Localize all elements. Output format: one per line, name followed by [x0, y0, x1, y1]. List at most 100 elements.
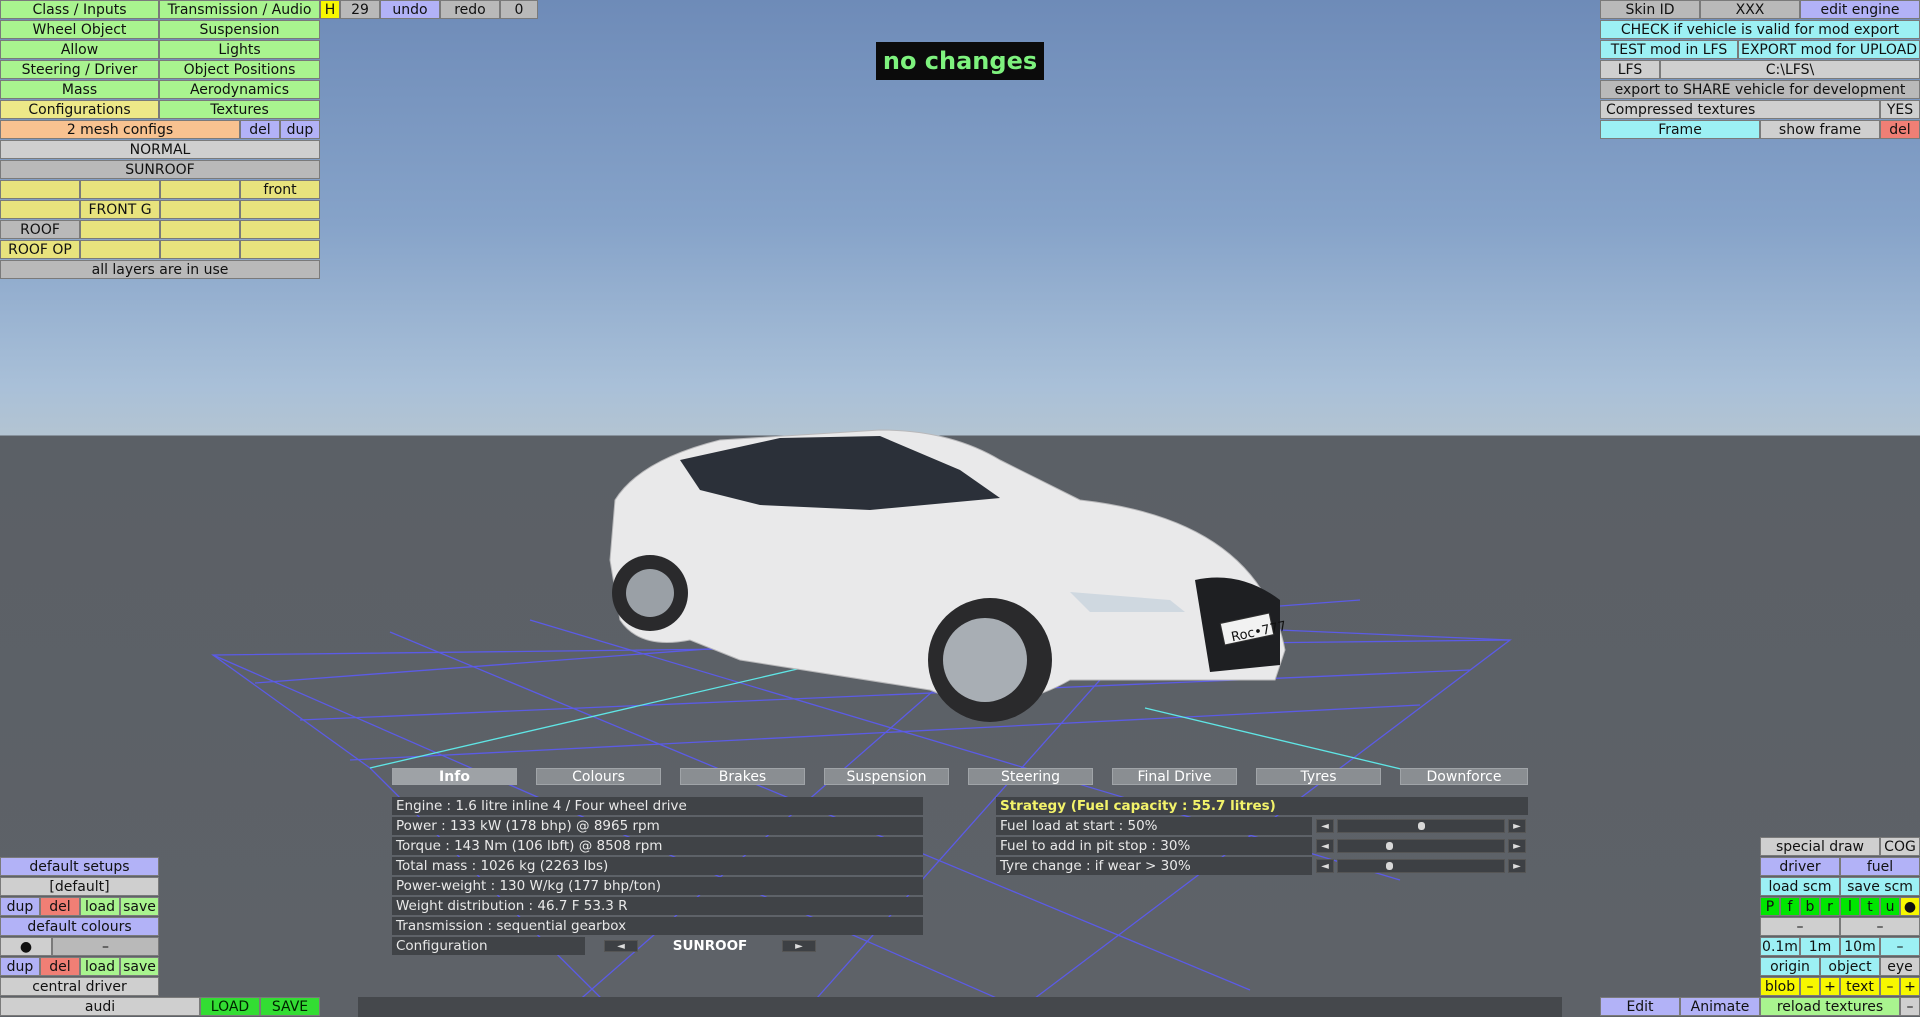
- h-button[interactable]: H: [320, 0, 340, 19]
- configurations-button[interactable]: Configurations: [0, 100, 159, 119]
- compressed-textures-toggle[interactable]: YES: [1880, 100, 1920, 119]
- colour-dash-button[interactable]: –: [52, 937, 159, 956]
- layer-cell[interactable]: [240, 200, 320, 219]
- layer-cell[interactable]: [80, 180, 160, 199]
- layer-cell[interactable]: [240, 240, 320, 259]
- eye-button[interactable]: eye: [1880, 957, 1920, 976]
- object-button[interactable]: object: [1820, 957, 1880, 976]
- view-u-button[interactable]: u: [1880, 897, 1900, 916]
- fuel-start-dec-arrow[interactable]: ◄: [1316, 819, 1334, 833]
- layer-cell[interactable]: [240, 220, 320, 239]
- tab-downforce[interactable]: Downforce: [1400, 768, 1528, 785]
- lights-button[interactable]: Lights: [159, 40, 320, 59]
- mesh-dup-button[interactable]: dup: [280, 120, 320, 139]
- transmission-audio-button[interactable]: Transmission / Audio: [159, 0, 320, 19]
- config-next-arrow[interactable]: ►: [782, 940, 816, 952]
- tab-tyres[interactable]: Tyres: [1256, 768, 1381, 785]
- layer-cell-front[interactable]: front: [240, 180, 320, 199]
- dash-left-button[interactable]: –: [1760, 917, 1840, 936]
- h-value[interactable]: 29: [340, 0, 380, 19]
- central-driver-button[interactable]: central driver: [0, 977, 159, 996]
- fuel-start-slider[interactable]: [1337, 819, 1505, 833]
- cog-button[interactable]: COG: [1880, 837, 1920, 856]
- layer-cell[interactable]: [80, 240, 160, 259]
- save-car-button[interactable]: SAVE: [260, 997, 320, 1016]
- class-inputs-button[interactable]: Class / Inputs: [0, 0, 159, 19]
- blob-plus-button[interactable]: +: [1820, 977, 1840, 996]
- text-plus-button[interactable]: +: [1900, 977, 1920, 996]
- dash-right-button[interactable]: –: [1840, 917, 1920, 936]
- colour-dup-button[interactable]: dup: [0, 957, 40, 976]
- layer-cell[interactable]: [160, 180, 240, 199]
- lfs-path-field[interactable]: C:\LFS\: [1660, 60, 1920, 79]
- step-01m-button[interactable]: 0.1m: [1760, 937, 1800, 956]
- wheel-object-button[interactable]: Wheel Object: [0, 20, 159, 39]
- undo-button[interactable]: undo: [380, 0, 440, 19]
- layer-cell[interactable]: [0, 200, 80, 219]
- tab-suspension[interactable]: Suspension: [824, 768, 949, 785]
- default-setups-button[interactable]: default setups: [0, 857, 159, 876]
- colour-load-button[interactable]: load: [80, 957, 120, 976]
- fuel-pit-dec-arrow[interactable]: ◄: [1316, 839, 1334, 853]
- setup-dup-button[interactable]: dup: [0, 897, 40, 916]
- tab-info[interactable]: Info: [392, 768, 517, 785]
- edit-engine-button[interactable]: edit engine: [1800, 0, 1920, 19]
- blob-button[interactable]: blob: [1760, 977, 1800, 996]
- layer-cell[interactable]: [160, 200, 240, 219]
- config-normal[interactable]: NORMAL: [0, 140, 320, 159]
- mass-button[interactable]: Mass: [0, 80, 159, 99]
- driver-button[interactable]: driver: [1760, 857, 1840, 876]
- test-mod-button[interactable]: TEST mod in LFS: [1600, 40, 1738, 59]
- animate-mode-button[interactable]: Animate: [1680, 997, 1760, 1016]
- load-car-button[interactable]: LOAD: [200, 997, 260, 1016]
- view-p-button[interactable]: P: [1760, 897, 1780, 916]
- tab-brakes[interactable]: Brakes: [680, 768, 805, 785]
- fuel-pit-slider[interactable]: [1337, 839, 1505, 853]
- reload-dash-button[interactable]: –: [1900, 997, 1920, 1016]
- view-l-button[interactable]: l: [1840, 897, 1860, 916]
- tyre-change-knob[interactable]: [1386, 862, 1393, 870]
- steering-driver-button[interactable]: Steering / Driver: [0, 60, 159, 79]
- aerodynamics-button[interactable]: Aerodynamics: [159, 80, 320, 99]
- default-colours-button[interactable]: default colours: [0, 917, 159, 936]
- fuel-pit-knob[interactable]: [1386, 842, 1393, 850]
- fuel-start-knob[interactable]: [1418, 822, 1425, 830]
- view-t-button[interactable]: t: [1860, 897, 1880, 916]
- check-valid-button[interactable]: CHECK if vehicle is valid for mod export: [1600, 20, 1920, 39]
- blob-minus-button[interactable]: –: [1800, 977, 1820, 996]
- fuel-button[interactable]: fuel: [1840, 857, 1920, 876]
- layer-cell-roof[interactable]: ROOF: [0, 220, 80, 239]
- frame-button[interactable]: Frame: [1600, 120, 1760, 139]
- tab-colours[interactable]: Colours: [536, 768, 661, 785]
- setup-del-button[interactable]: del: [40, 897, 80, 916]
- layer-cell[interactable]: [0, 180, 80, 199]
- step-1m-button[interactable]: 1m: [1800, 937, 1840, 956]
- setup-selected[interactable]: [default]: [0, 877, 159, 896]
- layer-cell[interactable]: [80, 220, 160, 239]
- skin-id-value[interactable]: XXX: [1700, 0, 1800, 19]
- setup-save-button[interactable]: save: [120, 897, 159, 916]
- mesh-del-button[interactable]: del: [240, 120, 280, 139]
- text-button[interactable]: text: [1840, 977, 1880, 996]
- text-minus-button[interactable]: –: [1880, 977, 1900, 996]
- step-dash-button[interactable]: –: [1880, 937, 1920, 956]
- tyre-change-inc-arrow[interactable]: ►: [1508, 859, 1526, 873]
- tyre-change-dec-arrow[interactable]: ◄: [1316, 859, 1334, 873]
- step-10m-button[interactable]: 10m: [1840, 937, 1880, 956]
- colour-del-button[interactable]: del: [40, 957, 80, 976]
- view-dot-button[interactable]: ●: [1900, 897, 1920, 916]
- tyre-change-slider[interactable]: [1337, 859, 1505, 873]
- view-f-button[interactable]: f: [1780, 897, 1800, 916]
- tab-final-drive[interactable]: Final Drive: [1112, 768, 1237, 785]
- load-scm-button[interactable]: load scm: [1760, 877, 1840, 896]
- reload-textures-button[interactable]: reload textures: [1760, 997, 1900, 1016]
- config-sunroof[interactable]: SUNROOF: [0, 160, 320, 179]
- special-draw-button[interactable]: special draw: [1760, 837, 1880, 856]
- frame-del-button[interactable]: del: [1880, 120, 1920, 139]
- allow-button[interactable]: Allow: [0, 40, 159, 59]
- colour-dot-button[interactable]: ●: [0, 937, 52, 956]
- origin-button[interactable]: origin: [1760, 957, 1820, 976]
- suspension-button[interactable]: Suspension: [159, 20, 320, 39]
- save-scm-button[interactable]: save scm: [1840, 877, 1920, 896]
- layer-cell[interactable]: [160, 240, 240, 259]
